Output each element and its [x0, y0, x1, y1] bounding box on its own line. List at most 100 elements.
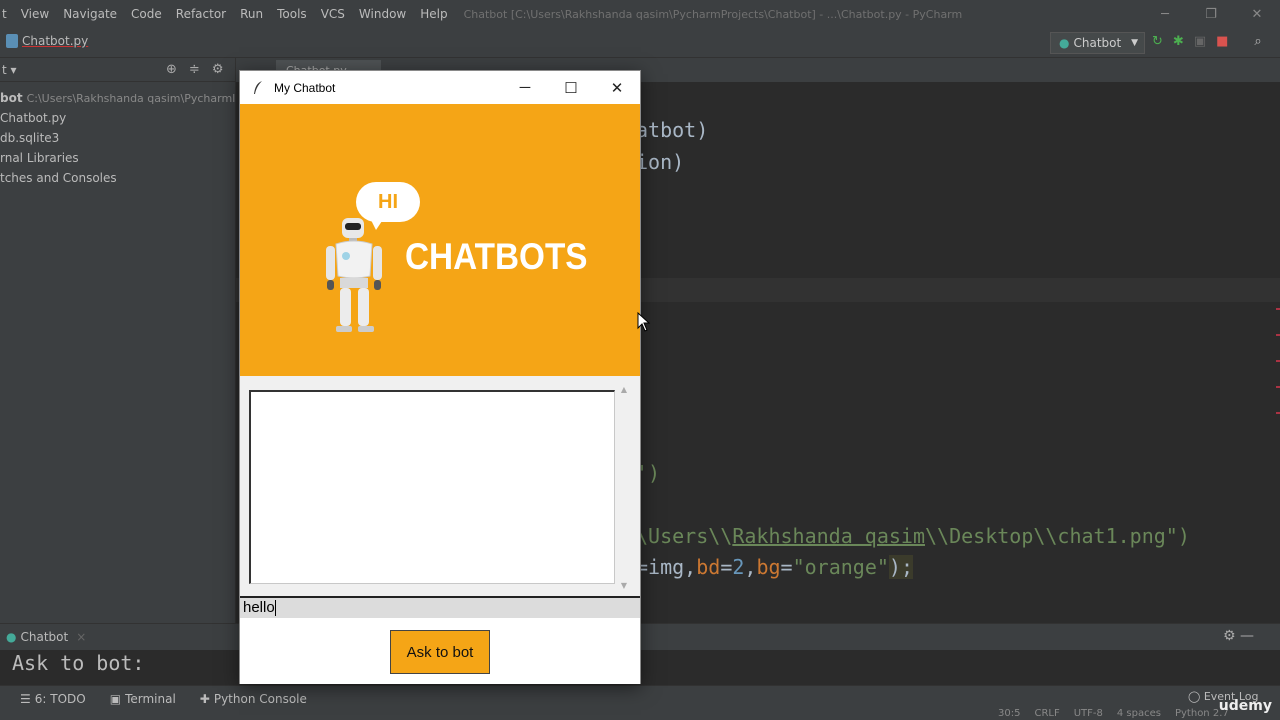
menu-code[interactable]: Code [129, 7, 164, 21]
project-tree: bot C:\Users\Rakhshanda qasim\PycharmI Ch… [0, 88, 235, 188]
close-icon[interactable]: ✕ [1234, 0, 1280, 28]
chatbot-window-title: My Chatbot [274, 80, 336, 95]
code-text: =img, [636, 555, 697, 579]
run-config-label: Chatbot [1073, 36, 1122, 50]
breadcrumb[interactable]: Chatbot.py [6, 34, 88, 48]
status-bar: 30:5 CRLF UTF-8 4 spaces Python 2.7 [998, 708, 1229, 719]
project-view-selector[interactable]: t ▾ [2, 63, 17, 77]
udemy-watermark: udemy [1218, 698, 1272, 714]
minimize-icon[interactable]: ─ [502, 71, 548, 104]
tree-item-path: C:\Users\Rakhshanda qasim\PycharmI [26, 91, 236, 105]
menu-view[interactable]: View [19, 7, 51, 21]
menu-run[interactable]: Run [238, 7, 265, 21]
chatbot-titlebar[interactable]: My Chatbot ─ ☐ ✕ [240, 71, 640, 104]
close-icon[interactable]: × [76, 630, 86, 644]
run-toolbar: ↻ ✱ ▣ ■ ⌕ [1152, 34, 1262, 49]
code-kwarg: bg [756, 555, 781, 579]
project-pane: t ▾ ⊕ ≑ ⚙ — botC:\Users\Rakhshanda qasim… [0, 58, 248, 623]
menu-items: t View Navigate Code Refactor Run Tools … [0, 7, 450, 21]
code-line: atbot) [636, 118, 709, 142]
tree-item-label: bot [0, 91, 23, 105]
menu-help[interactable]: Help [418, 7, 449, 21]
code-number: 2 [732, 555, 745, 579]
tree-item-label: tches and Consoles [0, 171, 117, 185]
gear-icon[interactable]: ⚙ [212, 62, 224, 77]
status-line-separator[interactable]: CRLF [1034, 708, 1059, 719]
tree-item-scratches[interactable]: tches and Consoles [0, 168, 235, 188]
ide-window-controls: ─ ❐ ✕ [1142, 0, 1280, 28]
menu-file[interactable]: t [0, 7, 9, 21]
code-text: = [720, 555, 733, 579]
code-line: \Users\\Rakhshanda qasim\\Desktop\\chat1… [636, 524, 1190, 548]
menu-bar: t View Navigate Code Refactor Run Tools … [0, 0, 1280, 28]
terminal-tool-button[interactable]: ▣ Terminal [110, 692, 176, 706]
coverage-icon[interactable]: ▣ [1194, 34, 1206, 49]
menu-refactor[interactable]: Refactor [174, 7, 228, 21]
locate-icon[interactable]: ⊕ [166, 62, 177, 77]
restore-icon[interactable]: ❐ [1188, 0, 1234, 28]
status-encoding[interactable]: UTF-8 [1074, 708, 1103, 719]
tool-label: 6: TODO [34, 692, 86, 706]
run-config-select[interactable]: ● Chatbot ▼ [1050, 32, 1145, 54]
message-input[interactable]: hello [240, 596, 640, 618]
feather-icon [250, 80, 266, 96]
chatbot-window-controls: ─ ☐ ✕ [502, 71, 640, 104]
code-line: ion) [636, 150, 685, 174]
tree-item-external-libraries[interactable]: rnal Libraries [0, 148, 235, 168]
code-text: = [780, 555, 793, 579]
minimize-icon[interactable]: ─ [1142, 0, 1188, 28]
code-text: ); [888, 555, 914, 579]
project-pane-header: t ▾ ⊕ ≑ ⚙ — [0, 58, 248, 82]
run-tab[interactable]: Chatbot [20, 630, 68, 644]
chat-scrollbar[interactable]: ▲ ▼ [617, 382, 631, 592]
tree-item-label: Chatbot.py [0, 111, 67, 125]
ide-window-title: Chatbot [C:\Users\Rakhshanda qasim\Pycha… [463, 7, 963, 21]
event-log-icon: ◯ [1188, 690, 1201, 703]
collapse-icon[interactable]: ≑ [189, 62, 200, 77]
chevron-down-icon: ▼ [1131, 38, 1138, 48]
chat-history-box[interactable] [249, 390, 615, 584]
code-string: Rakhshanda qasim [732, 524, 925, 548]
chatbot-banner-image: HI CHATBOTS [240, 104, 640, 376]
python-console-tool-button[interactable]: ✚ Python Console [200, 692, 307, 706]
menu-tools[interactable]: Tools [275, 7, 309, 21]
text-caret [274, 600, 276, 617]
list-icon: ☰ [20, 692, 31, 706]
scroll-up-icon[interactable]: ▲ [617, 382, 631, 396]
maximize-icon[interactable]: ☐ [548, 71, 594, 104]
stop-icon[interactable]: ■ [1216, 34, 1228, 49]
code-string: "orange" [792, 555, 889, 579]
pycharm-window: t View Navigate Code Refactor Run Tools … [0, 0, 1280, 720]
menu-vcs[interactable]: VCS [319, 7, 347, 21]
code-kwarg: bd [696, 555, 721, 579]
tree-item-label: db.sqlite3 [0, 131, 60, 145]
debug-icon[interactable]: ✱ [1173, 34, 1184, 49]
tree-item-chatbot-py[interactable]: Chatbot.py [0, 108, 235, 128]
rerun-icon[interactable]: ↻ [1152, 34, 1163, 49]
ask-to-bot-button[interactable]: Ask to bot [390, 630, 490, 674]
chat-area: ▲ ▼ [240, 376, 640, 596]
tree-item-root[interactable]: bot C:\Users\Rakhshanda qasim\PycharmI [0, 88, 235, 108]
python-file-icon [6, 34, 18, 48]
menu-navigate[interactable]: Navigate [61, 7, 119, 21]
scroll-down-icon[interactable]: ▼ [617, 578, 631, 592]
terminal-icon: ▣ [109, 692, 122, 706]
status-indent[interactable]: 4 spaces [1117, 708, 1161, 719]
tree-item-db-sqlite3[interactable]: db.sqlite3 [0, 128, 235, 148]
tool-window-buttons: ☰ 6: TODO ▣ Terminal ✚ Python Console [20, 692, 307, 706]
python-icon: ✚ [199, 692, 210, 706]
breadcrumb-file[interactable]: Chatbot.py [22, 34, 88, 48]
close-icon[interactable]: ✕ [594, 71, 640, 104]
status-position[interactable]: 30:5 [998, 708, 1020, 719]
banner-title: CHATBOTS [405, 236, 588, 277]
todo-tool-button[interactable]: ☰ 6: TODO [20, 692, 86, 706]
code-string: \Users\\ [636, 524, 733, 548]
menu-window[interactable]: Window [357, 7, 408, 21]
gear-icon[interactable]: ⚙ — [1223, 628, 1254, 644]
search-everywhere-icon[interactable]: ⌕ [1254, 34, 1261, 49]
python-run-icon: ● [1059, 36, 1070, 50]
message-input-text: hello [243, 599, 275, 616]
tool-window-bar: ☰ 6: TODO ▣ Terminal ✚ Python Console ◯ Eve… [0, 685, 1280, 720]
code-string: \\Desktop\\chat1.png") [924, 524, 1190, 548]
tool-label: Python Console [213, 692, 307, 706]
